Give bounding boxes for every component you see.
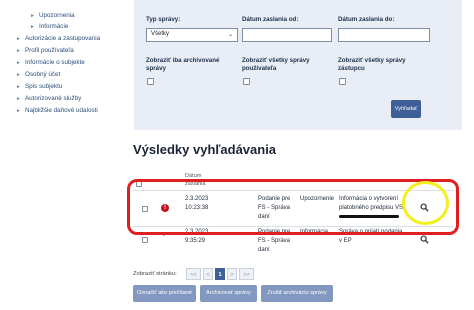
all-user-msgs-label: Zobraziť všetky správy používateľa [242,57,310,72]
pager-last-button[interactable]: >> [239,268,254,280]
row-source-line3: daní [258,247,270,253]
sidebar-item-label: Osobný účet [24,71,61,78]
search-icon[interactable] [420,235,429,244]
date-to-input[interactable] [338,28,430,42]
date-from-input[interactable] [242,28,332,42]
row-time: 9:35:29 [185,238,206,244]
bullet-icon: ► [30,24,35,30]
sidebar-item-label: Autorizované služby [24,95,82,102]
sidebar-item-label: Spis subjektu [24,83,63,90]
unarchive-button[interactable]: Zrušiť archiváciu správy [261,285,333,302]
archived-only-checkbox[interactable] [147,78,154,85]
row-checkbox[interactable] [142,237,148,243]
sidebar-item-label: Upozornenia [38,12,75,19]
sidebar: ► Upozornenia ► Informácie ► Autorizácie a … [0,0,126,310]
search-button[interactable]: Vyhľadať [391,100,421,118]
row-subject-line2[interactable]: v EP [339,237,352,245]
pager-first-button[interactable]: << [186,268,201,280]
all-rep-msgs-checkbox[interactable] [339,78,346,85]
message-type-select[interactable]: Všetky ⌄ [146,28,238,42]
date-from-label: Dátum zaslania od: [242,16,299,23]
archived-only-label: Zobraziť iba archivované správy [146,57,220,72]
sidebar-item-label: Najbližšie daňové udalosti [24,107,98,114]
sidebar-item-sluzby[interactable]: ► Autorizované služby [16,95,81,102]
bullet-icon: ► [16,84,21,90]
all-user-msgs-checkbox[interactable] [243,78,250,85]
sidebar-item-profil[interactable]: ► Profil používateľa [16,47,74,54]
chevron-down-icon: ⌄ [227,32,233,38]
bullet-icon: ► [16,72,21,78]
all-rep-msgs-label: Zobraziť všetky správy zástupcu [338,57,406,72]
bullet-icon: ► [16,60,21,66]
bullet-icon: ► [16,96,21,102]
bullet-icon: ► [16,108,21,114]
date-to-label: Dátum zaslania do: [338,16,395,23]
select-value: Všetky [151,31,170,37]
pager-prev-button[interactable]: < [203,268,213,280]
pager-next-button[interactable]: > [227,268,237,280]
sidebar-item-informacie[interactable]: ► Informácie [30,23,68,30]
sidebar-item-spis[interactable]: ► Spis subjektu [16,83,62,90]
sidebar-item-label: Informácie o subjekte [24,59,85,66]
sidebar-item-label: Profil používateľa [24,47,74,54]
filter-panel: Typ správy: Všetky ⌄ Dátum zaslania od: … [134,0,462,130]
bullet-icon: ► [16,36,21,42]
pager-label: Zobraziť stránku: [133,271,177,277]
results-title: Výsledky vyhľadávania [133,142,277,157]
type-label: Typ správy: [146,16,181,23]
sidebar-item-informacie-subjekt[interactable]: ► Informácie o subjekte [16,59,85,66]
bullet-icon: ► [30,13,35,19]
bullet-icon: ► [16,48,21,54]
highlight-yellow-circle [402,181,449,225]
mark-read-button[interactable]: Označiť ako prečítané [133,285,196,302]
row-source-line2: FS - Správa [258,238,291,244]
sidebar-item-udalosti[interactable]: ► Najbližšie daňové udalosti [16,107,98,114]
archive-button[interactable]: Archivovať správy [200,285,257,302]
sidebar-item-upozornenia[interactable]: ► Upozornenia [30,12,75,19]
sidebar-item-autorizacie[interactable]: ► Autorizácie a zastupovania [16,35,100,42]
pager-page-1[interactable]: 1 [215,268,225,280]
sidebar-item-label: Autorizácie a zastupovania [24,35,101,42]
sidebar-item-osobny-ucet[interactable]: ► Osobný účet [16,71,60,78]
sidebar-item-label: Informácie [38,23,69,30]
